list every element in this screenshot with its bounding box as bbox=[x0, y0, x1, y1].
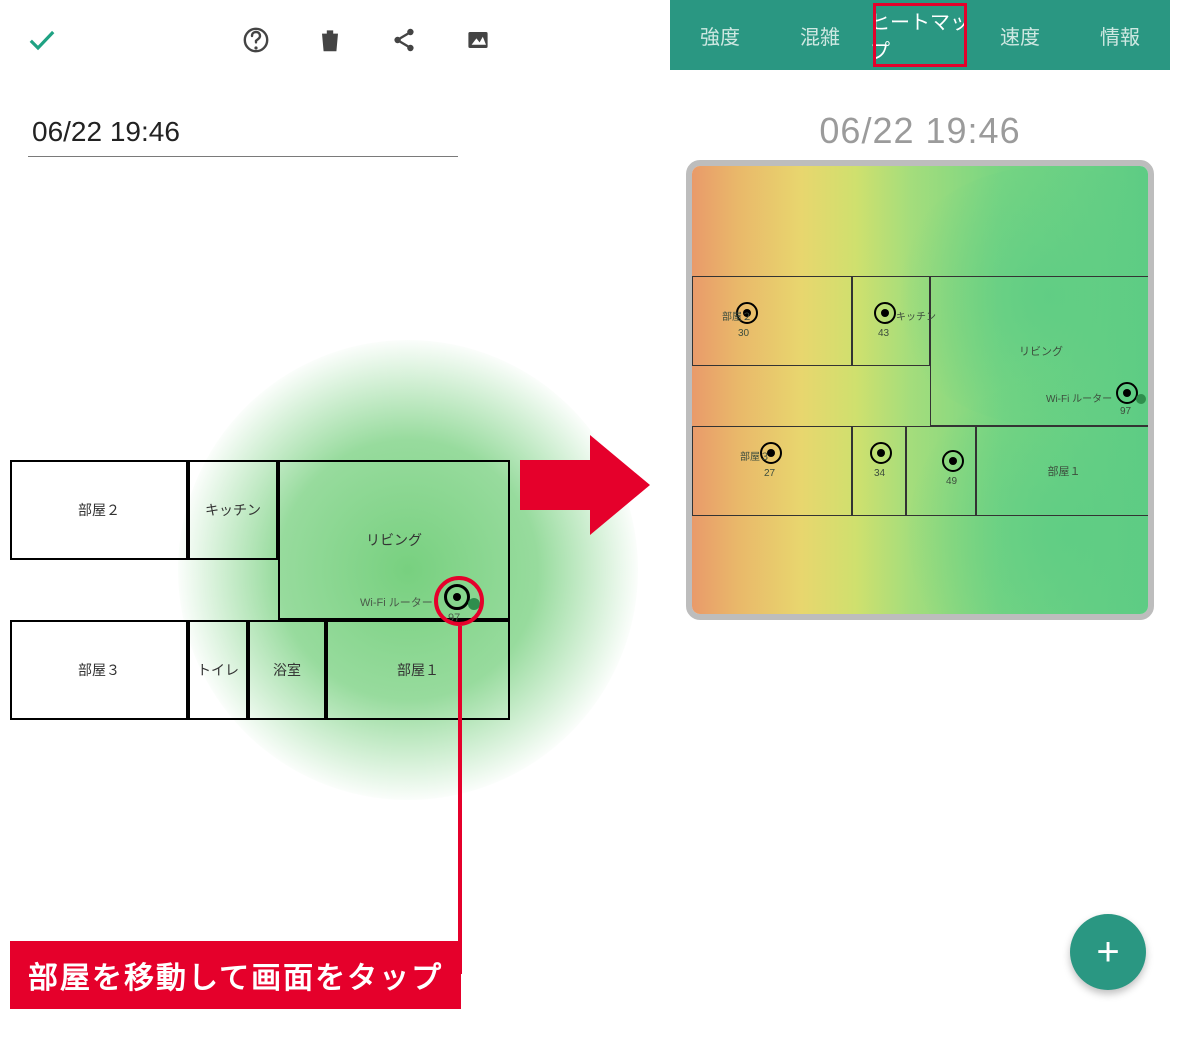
room-label: キッチン bbox=[896, 308, 936, 323]
room-label: トイレ bbox=[197, 660, 239, 680]
room-label: リビング bbox=[1019, 343, 1063, 359]
measure-value: 43 bbox=[878, 328, 889, 339]
image-icon[interactable] bbox=[458, 20, 498, 60]
router-value: 97 bbox=[1120, 406, 1131, 417]
tab-info[interactable]: 情報 bbox=[1070, 0, 1170, 70]
share-icon[interactable] bbox=[384, 20, 424, 60]
tab-heatmap[interactable]: ヒートマップ bbox=[870, 0, 970, 70]
view-tabs: 強度 混雑 ヒートマップ 速度 情報 bbox=[670, 0, 1170, 70]
editor-toolbar bbox=[10, 0, 510, 80]
arrow-icon bbox=[520, 430, 650, 540]
confirm-button[interactable] bbox=[22, 20, 62, 60]
help-icon[interactable] bbox=[236, 20, 276, 60]
room-label: 部屋１ bbox=[1048, 463, 1081, 479]
router-status-dot bbox=[1136, 394, 1146, 404]
room-label: キッチン bbox=[205, 500, 261, 520]
plus-icon: + bbox=[1096, 930, 1119, 975]
delete-icon[interactable] bbox=[310, 20, 350, 60]
tab-speed[interactable]: 速度 bbox=[970, 0, 1070, 70]
room-label: リビング bbox=[366, 530, 422, 550]
floorplan-editor[interactable]: 部屋２ キッチン リビング 部屋３ トイレ 浴室 部屋１ Wi-Fi ルーター … bbox=[10, 380, 510, 830]
room-label: 部屋３ bbox=[740, 448, 770, 463]
measure-point[interactable] bbox=[874, 302, 896, 324]
heatmap-title: 06/22 19:46 bbox=[670, 110, 1170, 152]
room-label: 部屋２ bbox=[78, 500, 120, 520]
tab-strength[interactable]: 強度 bbox=[670, 0, 770, 70]
measure-point[interactable] bbox=[942, 450, 964, 472]
editor-panel: 部屋２ キッチン リビング 部屋３ トイレ 浴室 部屋１ Wi-Fi ルーター … bbox=[10, 0, 510, 1054]
tab-congestion[interactable]: 混雑 bbox=[770, 0, 870, 70]
router-pin[interactable] bbox=[1116, 382, 1138, 404]
instruction-callout: 部屋を移動して画面をタップ bbox=[10, 941, 461, 1009]
heatmap-panel: 強度 混雑 ヒートマップ 速度 情報 06/22 19:46 リビング 部屋１ … bbox=[670, 0, 1170, 1054]
router-value: 97 bbox=[448, 612, 460, 624]
room-label: 部屋２ bbox=[722, 308, 752, 323]
room-label: 部屋３ bbox=[78, 660, 120, 680]
timestamp-input[interactable] bbox=[28, 110, 458, 157]
measure-point[interactable] bbox=[870, 442, 892, 464]
router-pin[interactable] bbox=[444, 584, 470, 610]
router-label: Wi-Fi ルーター bbox=[360, 594, 433, 610]
router-label: Wi-Fi ルーター bbox=[1046, 390, 1112, 405]
measure-value: 27 bbox=[764, 468, 775, 479]
room-label: 部屋１ bbox=[397, 660, 439, 680]
room-label: 浴室 bbox=[273, 660, 301, 680]
measure-value: 34 bbox=[874, 468, 885, 479]
heatmap-view[interactable]: リビング 部屋１ 30 部屋２ 43 キッチン 27 部屋３ 34 49 Wi-… bbox=[686, 160, 1154, 620]
router-status-dot bbox=[468, 598, 480, 610]
add-button[interactable]: + bbox=[1070, 914, 1146, 990]
callout-leader-line bbox=[458, 626, 462, 974]
measure-value: 30 bbox=[738, 328, 749, 339]
measure-value: 49 bbox=[946, 476, 957, 487]
